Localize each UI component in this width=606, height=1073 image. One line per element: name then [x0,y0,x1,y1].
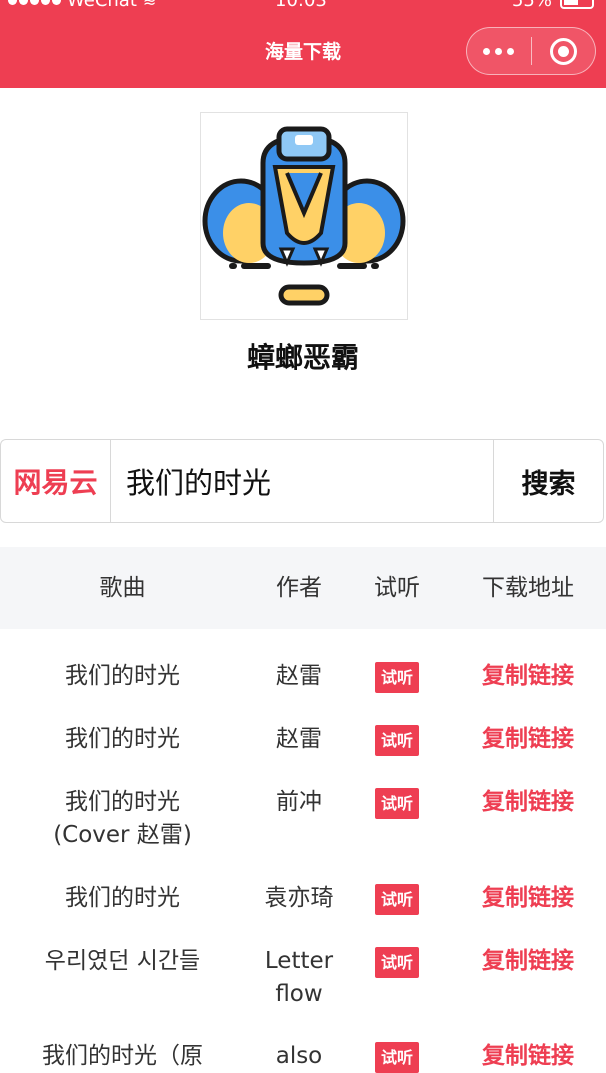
username: 蟑螂恶霸 [246,341,359,374]
copy-link-button[interactable]: 复制链接 [482,948,574,974]
close-miniprogram-button[interactable] [532,28,596,74]
header-song: 歌曲 [99,575,146,601]
nav-bar: WeChat ≋ 10:03 55% 海量下载 [0,0,606,88]
artist-name: 前冲 [276,789,322,815]
listen-button[interactable]: 试听 [374,884,419,915]
status-left: WeChat ≋ [8,0,156,11]
listen-button[interactable]: 试听 [374,1042,419,1073]
table-header: 歌曲 作者 试听 下载地址 [0,547,606,629]
signal-icon [8,0,61,5]
song-title: 我们的时光 [65,663,180,689]
artist-name: 赵雷 [276,663,322,689]
copy-link-button[interactable]: 复制链接 [482,885,574,911]
search-button[interactable]: 搜索 [493,440,603,522]
target-icon [549,37,577,65]
header-listen: 试听 [374,575,420,601]
artist-name: 袁亦琦 [264,885,334,911]
artist-name: 赵雷 [276,726,322,752]
wifi-icon: ≋ [142,0,157,10]
copy-link-button[interactable]: 复制链接 [482,789,574,815]
copy-link-button[interactable]: 复制链接 [482,1043,574,1069]
miniprogram-capsule [466,27,596,75]
search-bar: 网易云 搜索 [0,439,604,523]
avatar [200,112,408,320]
status-right: 55% [512,0,594,11]
battery-icon [560,0,594,9]
song-title: 我们的时光（原 [42,1043,203,1069]
artist-name: also [275,1043,323,1069]
artist-name: Letter flow [264,948,334,1007]
battery-percent: 55% [511,0,552,11]
header-artist: 作者 [276,575,322,601]
listen-button[interactable]: 试听 [374,725,419,756]
status-time: 10:03 [275,0,327,11]
listen-button[interactable]: 试听 [374,947,419,978]
copy-link-button[interactable]: 复制链接 [482,663,574,689]
song-title: 我们的时光 (Cover 赵雷) [53,789,192,848]
copy-link-button[interactable]: 复制链接 [482,726,574,752]
mascot-avatar-icon [202,126,406,306]
header-download: 下载地址 [482,575,574,601]
more-menu-button[interactable] [467,28,531,74]
listen-button[interactable]: 试听 [374,662,419,693]
source-selector-button[interactable]: 网易云 [1,440,111,522]
carrier-label: WeChat [67,0,137,11]
search-input[interactable] [111,440,493,522]
song-title: 我们的时光 [65,726,180,752]
listen-button[interactable]: 试听 [374,788,419,819]
status-bar: WeChat ≋ 10:03 55% [0,0,606,12]
song-title: 我们的时光 [65,885,180,911]
song-title: 우리였던 시간들 [44,948,201,974]
